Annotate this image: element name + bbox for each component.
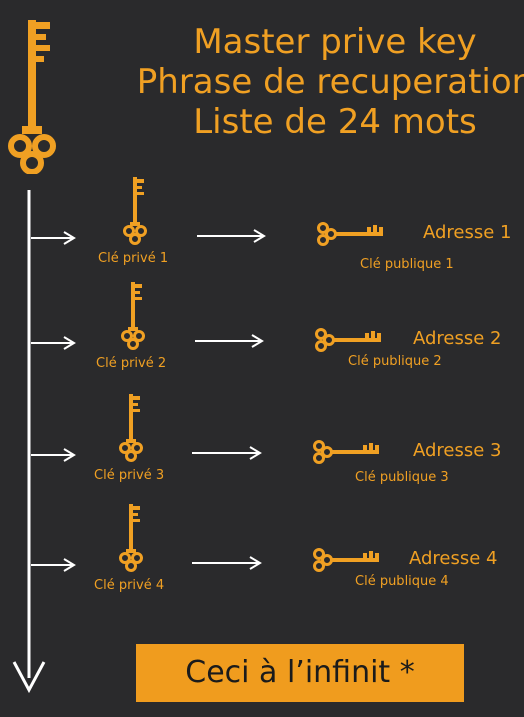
public-key-label: Clé publique 1 [360, 257, 454, 272]
title-line-1: Master prive key [193, 22, 477, 62]
private-key-icon [116, 392, 146, 466]
derivation-arrow [192, 445, 262, 465]
private-key-icon [118, 280, 148, 354]
branch-arrow [31, 447, 76, 467]
public-key-label: Clé publique 4 [355, 574, 449, 589]
title-block: Master prive key Phrase de recuperation … [120, 22, 524, 142]
address-label: Adresse 2 [413, 328, 502, 349]
address-label: Adresse 1 [423, 222, 512, 243]
key-row: Clé privé 1 Adresse 1 Clé publique 1 [0, 175, 524, 275]
derivation-arrow [197, 228, 266, 248]
private-key-icon [120, 175, 150, 249]
branch-arrow [31, 230, 76, 250]
private-key-label: Clé privé 3 [94, 468, 165, 483]
address-label: Adresse 4 [409, 548, 498, 569]
public-key-icon [315, 219, 387, 253]
public-key-label: Clé publique 3 [355, 470, 449, 485]
branch-arrow [31, 557, 76, 577]
public-key-icon [311, 437, 383, 471]
address-label: Adresse 3 [413, 440, 502, 461]
key-row: Clé privé 4 Adresse 4 Clé publique 4 [0, 502, 524, 602]
master-key-icon [8, 20, 56, 174]
key-row: Clé privé 3 Adresse 3 Clé publique 3 [0, 392, 524, 492]
private-key-label: Clé privé 1 [98, 251, 169, 266]
public-key-label: Clé publique 2 [348, 354, 442, 369]
private-key-label: Clé privé 2 [96, 356, 167, 371]
title-line-2: Phrase de recuperation [136, 62, 524, 102]
key-row: Clé privé 2 Adresse 2 Clé publique 2 [0, 280, 524, 380]
derivation-arrow [195, 333, 264, 353]
title-line-3: Liste de 24 mots [193, 102, 477, 142]
private-key-label: Clé privé 4 [94, 578, 165, 593]
derivation-arrow [192, 555, 262, 575]
private-key-icon [116, 502, 146, 576]
branch-arrow [31, 335, 76, 355]
infinite-banner: Ceci à l’infinit * [136, 644, 464, 702]
